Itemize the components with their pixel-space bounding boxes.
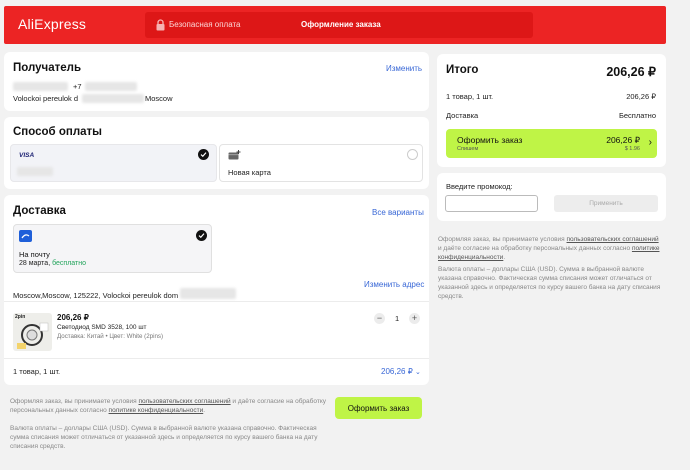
bottom-currency-note: Валюта оплаты – доллары США (USD). Сумма… <box>10 425 318 450</box>
aliexpress-logo[interactable]: AliExpress <box>18 16 86 32</box>
lock-icon <box>156 19 165 31</box>
place-order-label: Оформить заказ <box>457 135 523 145</box>
bottom-place-order-label: Оформить заказ <box>347 404 410 413</box>
summary-delivery-value: Бесплатно <box>618 111 656 120</box>
place-order-button[interactable]: Оформить заказ Спишем 206,26 ₽ $ 1.96 › <box>446 129 657 158</box>
bottom-place-order-button[interactable]: Оформить заказ <box>335 397 422 419</box>
top-header: AliExpress Безопасная оплата Оформление … <box>4 6 666 44</box>
divider <box>4 358 429 359</box>
product-image[interactable]: 2pin <box>13 313 52 351</box>
post-delivery-option[interactable]: На почту 28 марта, бесплатно <box>13 224 212 273</box>
summary-items-label: 1 товар, 1 шт. <box>446 92 494 101</box>
user-agreement-link[interactable]: пользовательских соглашений <box>139 398 231 405</box>
new-card-option[interactable]: Новая карта <box>219 144 423 182</box>
bottom-terms-note: Оформляя заказ, вы принимаете условия по… <box>10 398 326 414</box>
recipient-card: Получатель Изменить +7 Volockoi pereulok… <box>4 52 429 111</box>
recipient-name-redacted <box>13 82 68 91</box>
recipient-title: Получатель <box>13 62 82 74</box>
place-order-usd: $ 1.96 <box>624 146 640 152</box>
saved-card-option[interactable]: VISA <box>10 144 217 182</box>
delivery-price-free: бесплатно <box>52 260 87 267</box>
unselected-radio-icon <box>407 149 418 160</box>
order-summary-count: 1 товар, 1 шт. <box>13 367 61 376</box>
all-delivery-options-link[interactable]: Все варианты <box>372 208 424 217</box>
quantity-decrease-button[interactable]: − <box>374 313 385 324</box>
product-details: Доставка: Китай • Цвет: White (2pins) <box>57 333 164 340</box>
payment-card: Способ оплаты VISA Новая карта <box>4 117 429 189</box>
led-reel-image <box>17 322 49 349</box>
order-summary-card: Итого 206,26 ₽ 1 товар, 1 шт. 206,26 ₽ Д… <box>437 54 666 167</box>
checkout-header-panel: Безопасная оплата Оформление заказа <box>145 12 533 38</box>
recipient-address-start: Volockoi pereulok d <box>13 94 79 103</box>
privacy-policy-link[interactable]: политике конфиденциальности <box>109 407 204 414</box>
payment-title: Способ оплаты <box>13 126 102 138</box>
summary-delivery-label: Доставка <box>446 111 479 120</box>
quantity-increase-button[interactable]: + <box>409 313 420 324</box>
product-name[interactable]: Светодиод SMD 3528, 100 шт <box>57 324 147 331</box>
new-card-label: Новая карта <box>228 168 271 177</box>
selected-check-icon <box>198 149 209 160</box>
delivery-card: Доставка Все варианты На почту 28 марта,… <box>4 195 429 385</box>
apply-promo-button[interactable]: Применить <box>554 195 658 212</box>
side-terms-note: Оформляя заказ, вы принимаете условия по… <box>438 236 660 261</box>
place-order-price: 206,26 ₽ <box>606 135 640 145</box>
summary-items-value: 206,26 ₽ <box>626 92 656 101</box>
page-title: Оформление заказа <box>301 20 381 29</box>
post-office-icon <box>19 230 32 242</box>
delivery-address: Moscow,Moscow, 125222, Volockoi pereulok… <box>13 291 179 300</box>
recipient-address-city: Moscow <box>145 94 173 103</box>
recipient-address-redacted <box>82 94 144 103</box>
delivery-address-redacted <box>180 288 236 299</box>
side-currency-note: Валюта оплаты – доллары США (USD). Сумма… <box>438 266 661 300</box>
order-summary-price-toggle[interactable]: 206,26 ₽ ⌄ <box>381 367 421 376</box>
visa-logo-icon: VISA <box>19 152 35 159</box>
selected-check-icon <box>196 230 207 241</box>
chevron-down-icon: ⌄ <box>415 369 421 376</box>
safe-payment-label: Безопасная оплата <box>169 20 241 29</box>
side-user-agreement-link[interactable]: пользовательских соглашений <box>567 236 659 243</box>
delivery-title: Доставка <box>13 205 66 217</box>
promo-label: Введите промокод: <box>446 182 513 191</box>
summary-total: 206,26 ₽ <box>606 65 656 79</box>
apply-promo-label: Применить <box>589 200 623 207</box>
edit-recipient-link[interactable]: Изменить <box>386 64 422 73</box>
add-card-icon <box>228 150 241 160</box>
product-price: 206,26 ₽ <box>57 313 89 322</box>
promo-card: Введите промокод: Применить <box>437 173 666 221</box>
chevron-right-icon: › <box>648 137 652 148</box>
card-number-redacted <box>17 167 53 176</box>
delivery-option-name: На почту <box>19 250 50 259</box>
divider <box>4 301 429 302</box>
summary-title: Итого <box>446 64 479 76</box>
promo-code-input[interactable] <box>445 195 538 212</box>
place-order-sublabel: Спишем <box>457 146 479 152</box>
recipient-phone-redacted <box>85 82 137 91</box>
delivery-option-date: 28 марта, бесплатно <box>19 260 87 267</box>
change-address-link[interactable]: Изменить адрес <box>364 280 424 289</box>
quantity-value[interactable]: 1 <box>395 314 399 323</box>
recipient-phone: +7 <box>73 82 82 91</box>
